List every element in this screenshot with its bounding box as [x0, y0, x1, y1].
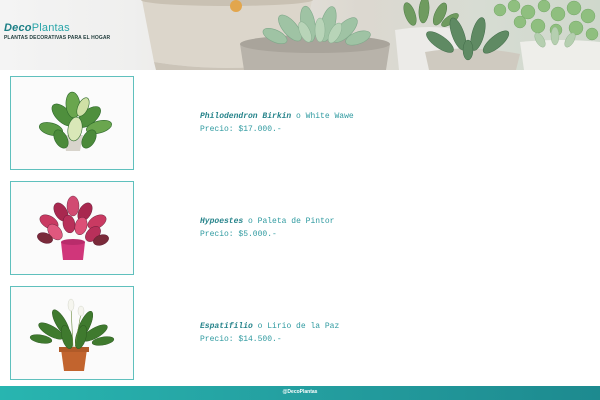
brand-tagline: PLANTAS DECORATIVAS PARA EL HOGAR — [4, 35, 111, 41]
product-info: Hypoestes o Paleta de Pintor Precio: $5.… — [200, 215, 334, 241]
product-card[interactable]: Espatifilio o Lirio de la Paz Precio: $1… — [10, 286, 590, 380]
product-name[interactable]: Espatifilio — [200, 322, 253, 331]
hypoestes-image — [37, 195, 109, 260]
site-footer: @DecoPlantas — [0, 386, 600, 400]
product-price: Precio: $17.000.- — [200, 125, 282, 134]
product-image-frame[interactable] — [10, 76, 134, 170]
product-price: Precio: $14.500.- — [200, 335, 282, 344]
product-info: Espatifilio o Lirio de la Paz Precio: $1… — [200, 320, 339, 346]
brand-logo-part1: Deco — [4, 22, 32, 34]
product-name-separator: o — [248, 217, 253, 226]
brand-logo-part2: Plantas — [31, 22, 70, 34]
brand-logo[interactable]: DecoPlantas — [4, 22, 110, 34]
product-name-separator: o — [257, 322, 263, 331]
product-image-frame[interactable] — [10, 286, 134, 380]
product-image-frame[interactable] — [10, 181, 134, 275]
succulents-hero-image — [141, 0, 600, 70]
product-name[interactable]: Philodendron Birkin — [200, 112, 291, 121]
product-alt-name: Lirio de la Paz — [267, 322, 340, 331]
product-name[interactable]: Hypoestes — [200, 217, 243, 226]
product-card[interactable]: Philodendron Birkin o White Wawe Precio:… — [10, 76, 590, 170]
footer-social-handle[interactable]: @DecoPlantas — [0, 389, 600, 395]
product-name-separator: o — [296, 112, 301, 121]
product-alt-name: Paleta de Pintor — [257, 217, 335, 226]
philodendron-image — [39, 91, 112, 151]
product-card[interactable]: Hypoestes o Paleta de Pintor Precio: $5.… — [10, 181, 590, 275]
product-price: Precio: $5.000.- — [200, 230, 277, 239]
brand[interactable]: DecoPlantas PLANTAS DECORATIVAS PARA EL … — [4, 22, 110, 41]
peace-lily-image — [29, 298, 115, 371]
product-info: Philodendron Birkin o White Wawe Precio:… — [200, 110, 354, 136]
site-header: DecoPlantas PLANTAS DECORATIVAS PARA EL … — [0, 0, 600, 70]
product-alt-name: White Wawe — [305, 112, 354, 121]
